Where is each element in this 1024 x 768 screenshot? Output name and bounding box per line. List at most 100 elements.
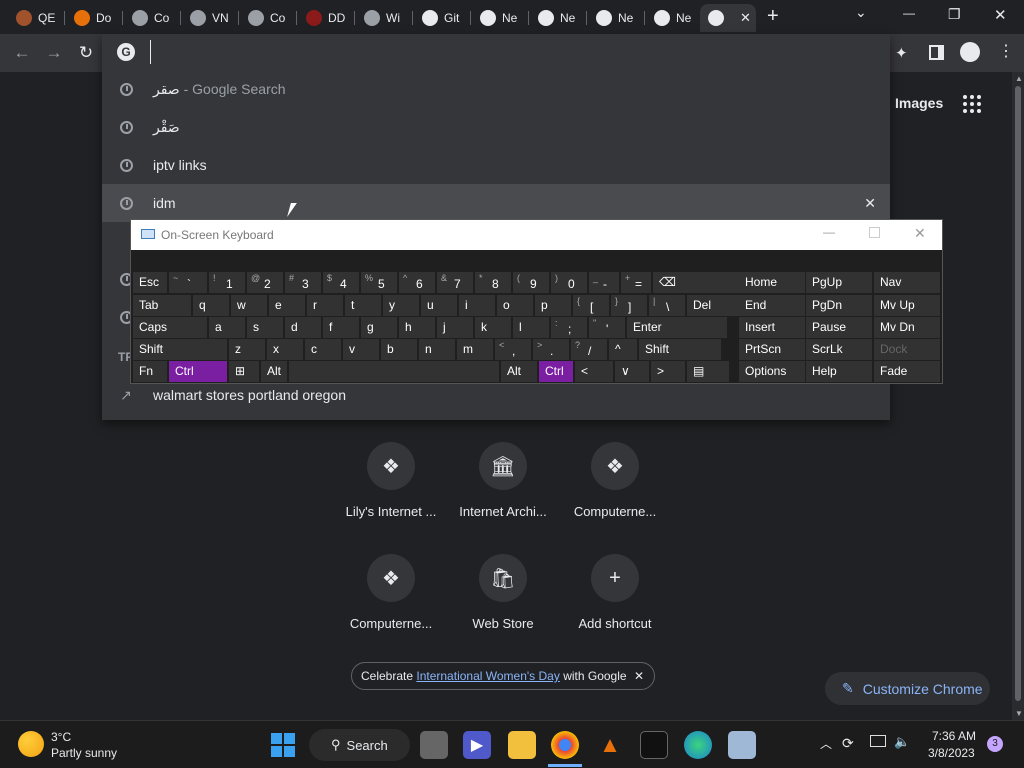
shortcut-tile[interactable]: ❖ Lily's Internet ...: [336, 442, 446, 519]
osk-taskbar-icon[interactable]: [728, 731, 756, 759]
taskbar-search[interactable]: ⚲ Search: [309, 729, 410, 761]
tab-active[interactable]: ✕: [700, 4, 756, 32]
osk-key[interactable]: }]: [611, 295, 647, 316]
osk-key[interactable]: (9: [513, 272, 549, 293]
osk-key[interactable]: p: [535, 295, 571, 316]
minimize-button[interactable]: —: [903, 6, 915, 20]
sync-icon[interactable]: ⟳: [842, 735, 854, 752]
osk-key[interactable]: d: [285, 317, 321, 338]
osk-key[interactable]: Shift: [639, 339, 721, 360]
tab[interactable]: Co: [240, 4, 297, 32]
osk-key[interactable]: g: [361, 317, 397, 338]
shortcut-tile[interactable]: 🛍 Web Store: [448, 554, 558, 631]
osk-key[interactable]: + =: [621, 272, 651, 293]
back-button[interactable]: ←: [10, 41, 34, 65]
osk-key[interactable]: ∨: [615, 361, 649, 382]
osk-minimize-button[interactable]: —: [823, 225, 835, 239]
osk-key[interactable]: Fn: [133, 361, 167, 382]
osk-key[interactable]: " ': [589, 317, 625, 338]
customize-chrome-button[interactable]: ✎ Customize Chrome: [825, 672, 990, 705]
osk-key[interactable]: Ctrl: [539, 361, 573, 382]
volume-icon[interactable]: 🔈: [894, 734, 910, 750]
osk-key[interactable]: ⊞: [229, 361, 259, 382]
osk-nav-key[interactable]: Help: [806, 361, 872, 382]
osk-key[interactable]: Ctrl: [169, 361, 227, 382]
tab-search-button[interactable]: ⌄: [855, 4, 867, 21]
tab[interactable]: Wi: [356, 4, 413, 32]
shortcut-tile[interactable]: ❖ Computerne...: [560, 442, 670, 519]
network-icon[interactable]: [870, 735, 886, 747]
osk-key[interactable]: ~ `: [169, 272, 207, 293]
osk-key[interactable]: % 5: [361, 272, 397, 293]
osk-nav-key[interactable]: PgDn: [806, 295, 872, 316]
osk-close-button[interactable]: ✕: [914, 225, 926, 242]
osk-key[interactable]: q: [193, 295, 229, 316]
osk-nav-key[interactable]: Pause: [806, 317, 872, 338]
osk-key[interactable]: Alt: [501, 361, 537, 382]
new-tab-button[interactable]: +: [767, 6, 787, 26]
tab[interactable]: Ne: [646, 4, 703, 32]
suggestion-item[interactable]: iptv links: [102, 146, 890, 184]
osk-key[interactable]: z: [229, 339, 265, 360]
remove-suggestion-icon[interactable]: ✕: [864, 195, 876, 212]
osk-key[interactable]: v: [343, 339, 379, 360]
osk-key[interactable]: $4: [323, 272, 359, 293]
osk-nav-key[interactable]: PrtScn: [739, 339, 805, 360]
osk-key[interactable]: >.: [533, 339, 569, 360]
terminal-icon[interactable]: [640, 731, 668, 759]
osk-key[interactable]: & 7: [437, 272, 473, 293]
osk-nav-key[interactable]: Nav: [874, 272, 940, 293]
osk-key[interactable]: {[: [573, 295, 609, 316]
osk-nav-key[interactable]: Fade: [874, 361, 940, 382]
side-panel-icon[interactable]: [929, 45, 944, 60]
osk-key[interactable]: <,: [495, 339, 531, 360]
tab-close-icon[interactable]: ✕: [740, 10, 751, 26]
osk-key[interactable]: :;: [551, 317, 587, 338]
vlc-taskbar-icon[interactable]: ▲: [596, 731, 624, 759]
clock-time[interactable]: 7:36 AM: [930, 729, 976, 743]
osk-key[interactable]: c: [305, 339, 341, 360]
osk-key[interactable]: j: [437, 317, 473, 338]
tab[interactable]: Do: [66, 4, 123, 32]
osk-key[interactable]: ^ 6: [399, 272, 435, 293]
osk-key[interactable]: t: [345, 295, 381, 316]
osk-key[interactable]: * 8: [475, 272, 511, 293]
suggestion-item[interactable]: صقر - Google Search: [102, 70, 890, 108]
osk-key[interactable]: u: [421, 295, 457, 316]
suggestion-item[interactable]: idm ✕: [102, 184, 890, 222]
images-link[interactable]: Images: [895, 95, 943, 111]
osk-nav-key[interactable]: Dock: [874, 339, 940, 360]
osk-key[interactable]: Tab: [133, 295, 191, 316]
osk-nav-key[interactable]: Insert: [739, 317, 805, 338]
osk-key[interactable]: ! 1: [209, 272, 245, 293]
osk-key[interactable]: x: [267, 339, 303, 360]
osk-title-bar[interactable]: On-Screen Keyboard — ✕: [131, 220, 942, 250]
osk-nav-key[interactable]: Home: [739, 272, 805, 293]
osk-key[interactable]: <: [575, 361, 613, 382]
tab[interactable]: QE: [8, 4, 65, 32]
osk-maximize-button[interactable]: [869, 227, 880, 238]
tab[interactable]: DD: [298, 4, 355, 32]
osk-key[interactable]: Esc: [133, 272, 167, 293]
extensions-icon[interactable]: ✦: [895, 44, 913, 62]
shortcut-tile[interactable]: ❖ Computerne...: [336, 554, 446, 631]
weather-desc[interactable]: Partly sunny: [51, 746, 117, 760]
notification-badge[interactable]: 3: [987, 736, 1003, 752]
osk-key[interactable]: ) 0: [551, 272, 587, 293]
windows-start-icon[interactable]: [271, 733, 295, 757]
osk-key[interactable]: b: [381, 339, 417, 360]
promo-close-icon[interactable]: ✕: [634, 669, 644, 683]
osk-nav-key[interactable]: Options: [739, 361, 805, 382]
weather-temp[interactable]: 3°C: [51, 730, 71, 744]
teams-chat-icon[interactable]: ▶: [463, 731, 491, 759]
osk-key[interactable]: s: [247, 317, 283, 338]
osk-key[interactable]: a: [209, 317, 245, 338]
shortcut-tile[interactable]: 🏛 Internet Archi...: [448, 442, 558, 519]
chrome-taskbar-icon[interactable]: [551, 731, 579, 759]
osk-key[interactable]: >: [651, 361, 685, 382]
promo-link[interactable]: International Women's Day: [416, 669, 559, 683]
osk-key[interactable]: Alt: [261, 361, 287, 382]
close-window-button[interactable]: ✕: [994, 6, 1007, 24]
profile-avatar[interactable]: [960, 42, 980, 62]
chevron-up-icon[interactable]: ︿: [820, 735, 832, 752]
